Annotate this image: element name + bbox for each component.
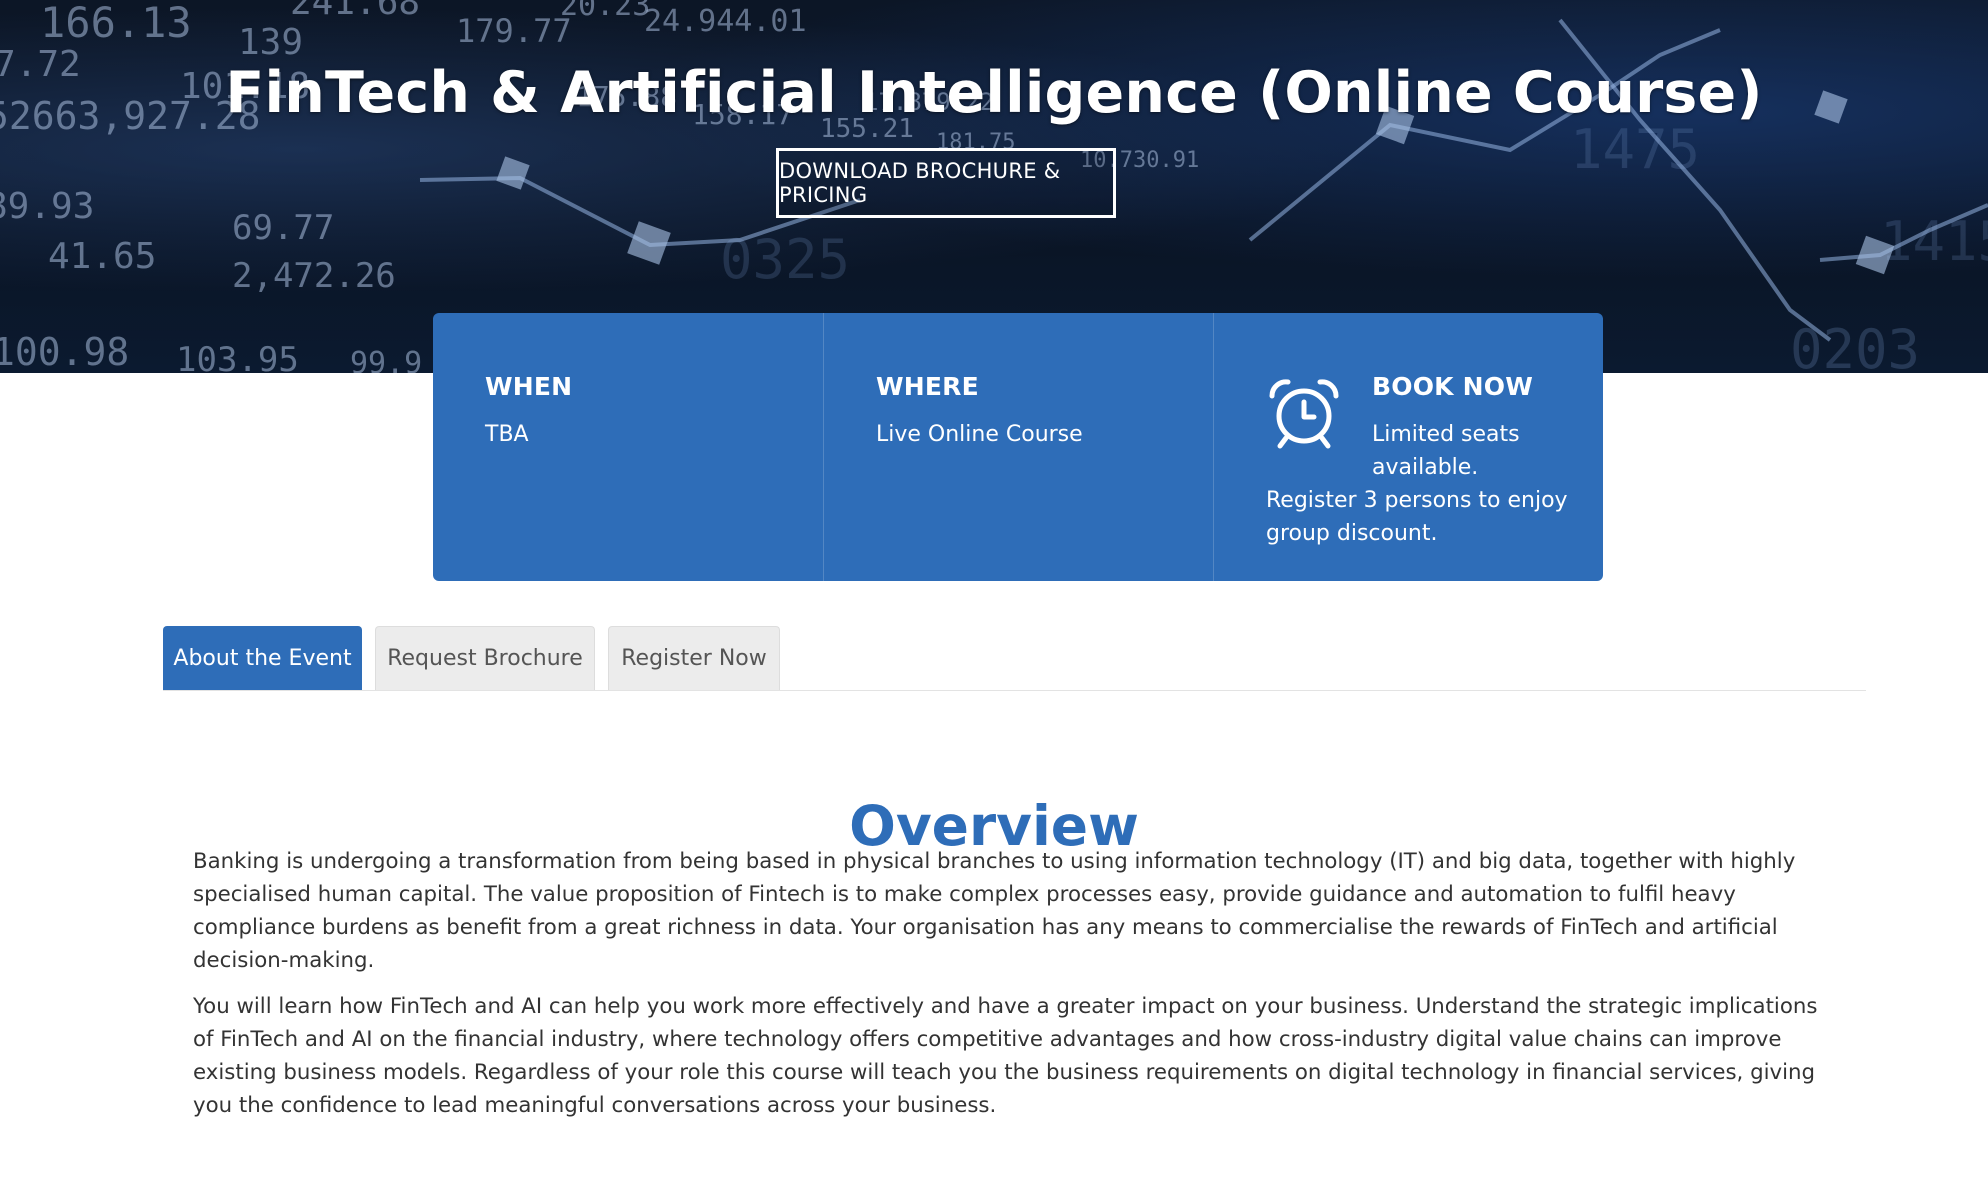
where-column: WHERE Live Online Course <box>823 313 1213 581</box>
book-now-discount-text: Register 3 persons to enjoy group discou… <box>1266 488 1568 546</box>
overview-paragraph: You will learn how FinTech and AI can he… <box>193 994 1818 1118</box>
where-value: Live Online Course <box>876 422 1083 447</box>
book-now-seats-text: Limited seats available. <box>1372 422 1520 480</box>
tab-register-now[interactable]: Register Now <box>608 626 780 690</box>
download-brochure-button[interactable]: DOWNLOAD BROCHURE & PRICING <box>776 148 1116 218</box>
when-column: WHEN TBA <box>433 313 823 581</box>
when-value: TBA <box>485 422 529 447</box>
when-heading: WHEN <box>485 372 573 401</box>
where-heading: WHERE <box>876 372 979 401</box>
event-info-panel: WHEN TBA WHERE Live Online Course BOOK N… <box>433 313 1603 581</box>
book-now-column[interactable]: BOOK NOW Limited seats available. Regist… <box>1213 313 1603 581</box>
book-now-heading: BOOK NOW <box>1372 372 1533 401</box>
overview-paragraph: Banking is undergoing a transformation f… <box>193 849 1796 973</box>
content-tabs: About the Event Request Brochure Registe… <box>163 626 1866 691</box>
tab-about-the-event[interactable]: About the Event <box>163 626 362 690</box>
alarm-clock-icon <box>1269 379 1339 449</box>
page-title: FinTech & Artificial Intelligence (Onlin… <box>225 60 1763 127</box>
tab-request-brochure[interactable]: Request Brochure <box>375 626 595 690</box>
